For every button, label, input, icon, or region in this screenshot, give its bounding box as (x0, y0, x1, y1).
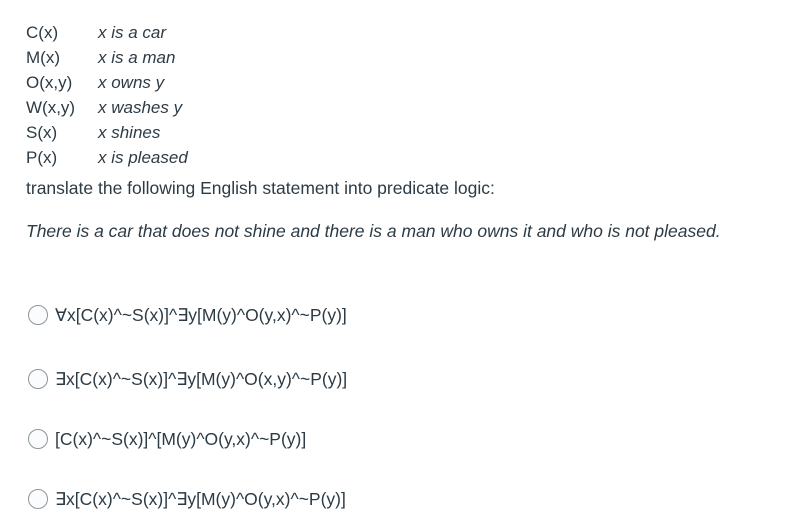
predicate-definitions: C(x) x is a car M(x) x is a man O(x,y) x… (26, 20, 188, 170)
answer-option-label: ∃x[C(x)^~S(x)]^∃y[M(y)^O(y,x)^~P(y)] (55, 489, 346, 509)
question-instruction: translate the following English statemen… (26, 178, 495, 198)
radio-button[interactable] (28, 305, 48, 325)
definition-symbol: M(x) (26, 48, 60, 67)
radio-button[interactable] (28, 429, 48, 449)
definition-row: M(x) x is a man (26, 45, 188, 70)
definition-symbol: S(x) (26, 123, 58, 142)
definition-meaning: x washes y (98, 98, 183, 117)
radio-button[interactable] (28, 489, 48, 509)
definition-symbol: O(x,y) (26, 73, 73, 92)
definition-symbol: C(x) (26, 23, 59, 42)
radio-button[interactable] (28, 369, 48, 389)
definition-row: W(x,y) x washes y (26, 95, 188, 120)
answer-option[interactable]: ∀x[C(x)^~S(x)]^∃y[M(y)^O(y,x)^~P(y)] (28, 303, 347, 327)
definition-row: P(x) x is pleased (26, 145, 188, 170)
definition-meaning: x is pleased (98, 148, 188, 167)
question-statement: There is a car that does not shine and t… (26, 221, 721, 241)
answer-option-label: ∀x[C(x)^~S(x)]^∃y[M(y)^O(y,x)^~P(y)] (55, 305, 347, 325)
definition-meaning: x shines (98, 123, 161, 142)
definition-row: S(x) x shines (26, 120, 188, 145)
definition-symbol: P(x) (26, 148, 58, 167)
definition-row: O(x,y) x owns y (26, 70, 188, 95)
answer-option-label: ∃x[C(x)^~S(x)]^∃y[M(y)^O(x,y)^~P(y)] (55, 369, 348, 389)
definition-meaning: x owns y (98, 73, 165, 92)
definition-meaning: x is a man (98, 48, 176, 67)
answer-option[interactable]: ∃x[C(x)^~S(x)]^∃y[M(y)^O(y,x)^~P(y)] (28, 487, 346, 511)
definition-row: C(x) x is a car (26, 20, 188, 45)
answer-option[interactable]: ∃x[C(x)^~S(x)]^∃y[M(y)^O(x,y)^~P(y)] (28, 367, 347, 391)
answer-option-label: [C(x)^~S(x)]^[M(y)^O(y,x)^~P(y)] (55, 429, 307, 449)
definition-meaning: x is a car (98, 23, 167, 42)
answer-option[interactable]: [C(x)^~S(x)]^[M(y)^O(y,x)^~P(y)] (28, 427, 306, 451)
definition-symbol: W(x,y) (26, 98, 76, 117)
